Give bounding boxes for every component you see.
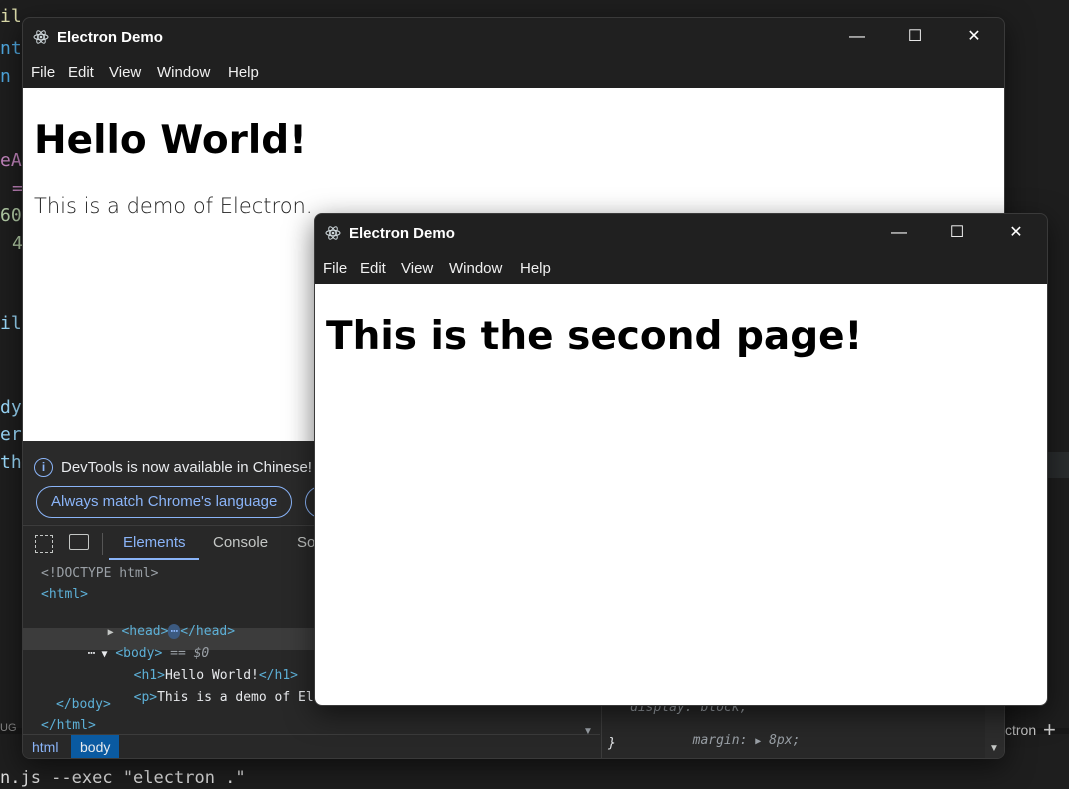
breadcrumb-html[interactable]: html (23, 735, 67, 758)
style-margin-rule[interactable]: margin: ▶ 8px; (630, 718, 801, 758)
dom-html-close[interactable]: </html> (41, 718, 96, 733)
menu-window[interactable]: Window (157, 64, 210, 81)
code-fragment: dy (0, 397, 22, 418)
divider (102, 533, 103, 555)
code-fragment: il (0, 6, 22, 27)
code-fragment: 60 (0, 205, 22, 226)
code-fragment: eA (0, 150, 22, 171)
maximize-button[interactable]: ☐ (935, 218, 979, 248)
menu-edit[interactable]: Edit (360, 260, 386, 277)
tab-console[interactable]: Console (213, 534, 268, 551)
dom-body-close[interactable]: </body> (56, 697, 111, 712)
minimize-button[interactable]: — (835, 22, 879, 52)
window-title: Electron Demo (349, 225, 455, 242)
close-button[interactable]: ✕ (952, 22, 996, 52)
page-paragraph: This is a demo of Electron. (34, 194, 313, 218)
breadcrumb-body[interactable]: body (71, 735, 120, 758)
menu-help[interactable]: Help (228, 64, 259, 81)
code-fragment: nt (0, 38, 22, 59)
style-close-brace: } (608, 736, 616, 751)
code-fragment: th (0, 452, 22, 473)
maximize-button[interactable]: ☐ (893, 22, 937, 52)
page-heading: Hello World! (34, 118, 307, 163)
info-icon: i (34, 458, 53, 477)
menu-file[interactable]: File (323, 260, 347, 277)
minimize-button[interactable]: — (877, 218, 921, 248)
dom-html-open[interactable]: <html> (41, 587, 88, 602)
window-title: Electron Demo (57, 29, 163, 46)
menu-help[interactable]: Help (520, 260, 551, 277)
debug-status-label: UG (0, 722, 17, 734)
title-bar[interactable]: Electron Demo — ☐ ✕ (315, 214, 1047, 252)
menu-view[interactable]: View (401, 260, 433, 277)
style-margin-prop: margin (692, 733, 740, 748)
new-terminal-plus-icon[interactable]: + (1043, 717, 1056, 743)
styles-scroll-down-icon[interactable]: ▼ (989, 743, 999, 754)
page-heading: This is the second page! (326, 314, 863, 359)
terminal-command-line: n.js --exec "electron ." (0, 768, 246, 788)
menu-file[interactable]: File (31, 64, 55, 81)
code-fragment: il (0, 313, 22, 334)
tab-sources[interactable]: So (297, 534, 315, 551)
electron-logo-icon (325, 226, 341, 240)
device-toolbar-icon[interactable] (69, 534, 89, 550)
match-language-button[interactable]: Always match Chrome's language (36, 486, 293, 518)
menu-edit[interactable]: Edit (68, 64, 94, 81)
code-fragment: n (0, 66, 11, 87)
dom-doctype[interactable]: <!DOCTYPE html> (41, 566, 158, 581)
terminal-tab-label[interactable]: ctron (1005, 722, 1036, 738)
style-margin-value: 8px; (769, 733, 801, 748)
menu-window[interactable]: Window (449, 260, 502, 277)
menu-bar: File Edit View Window Help (23, 62, 1004, 88)
breadcrumb: html body (23, 734, 600, 758)
menu-view[interactable]: View (109, 64, 141, 81)
tab-elements[interactable]: Elements (123, 534, 186, 551)
close-button[interactable]: ✕ (994, 218, 1038, 248)
title-bar[interactable]: Electron Demo — ☐ ✕ (23, 18, 1004, 56)
electron-logo-icon (33, 30, 49, 44)
dom-p-open: <p> (133, 690, 158, 705)
code-fragment: er (0, 424, 22, 445)
notice-text: DevTools is now available in Chinese! (61, 459, 312, 476)
page-content: This is the second page! (315, 284, 1047, 705)
inspect-element-icon[interactable] (35, 535, 53, 553)
second-electron-window: Electron Demo — ☐ ✕ File Edit View Windo… (314, 213, 1048, 706)
menu-bar: File Edit View Window Help (315, 258, 1047, 284)
